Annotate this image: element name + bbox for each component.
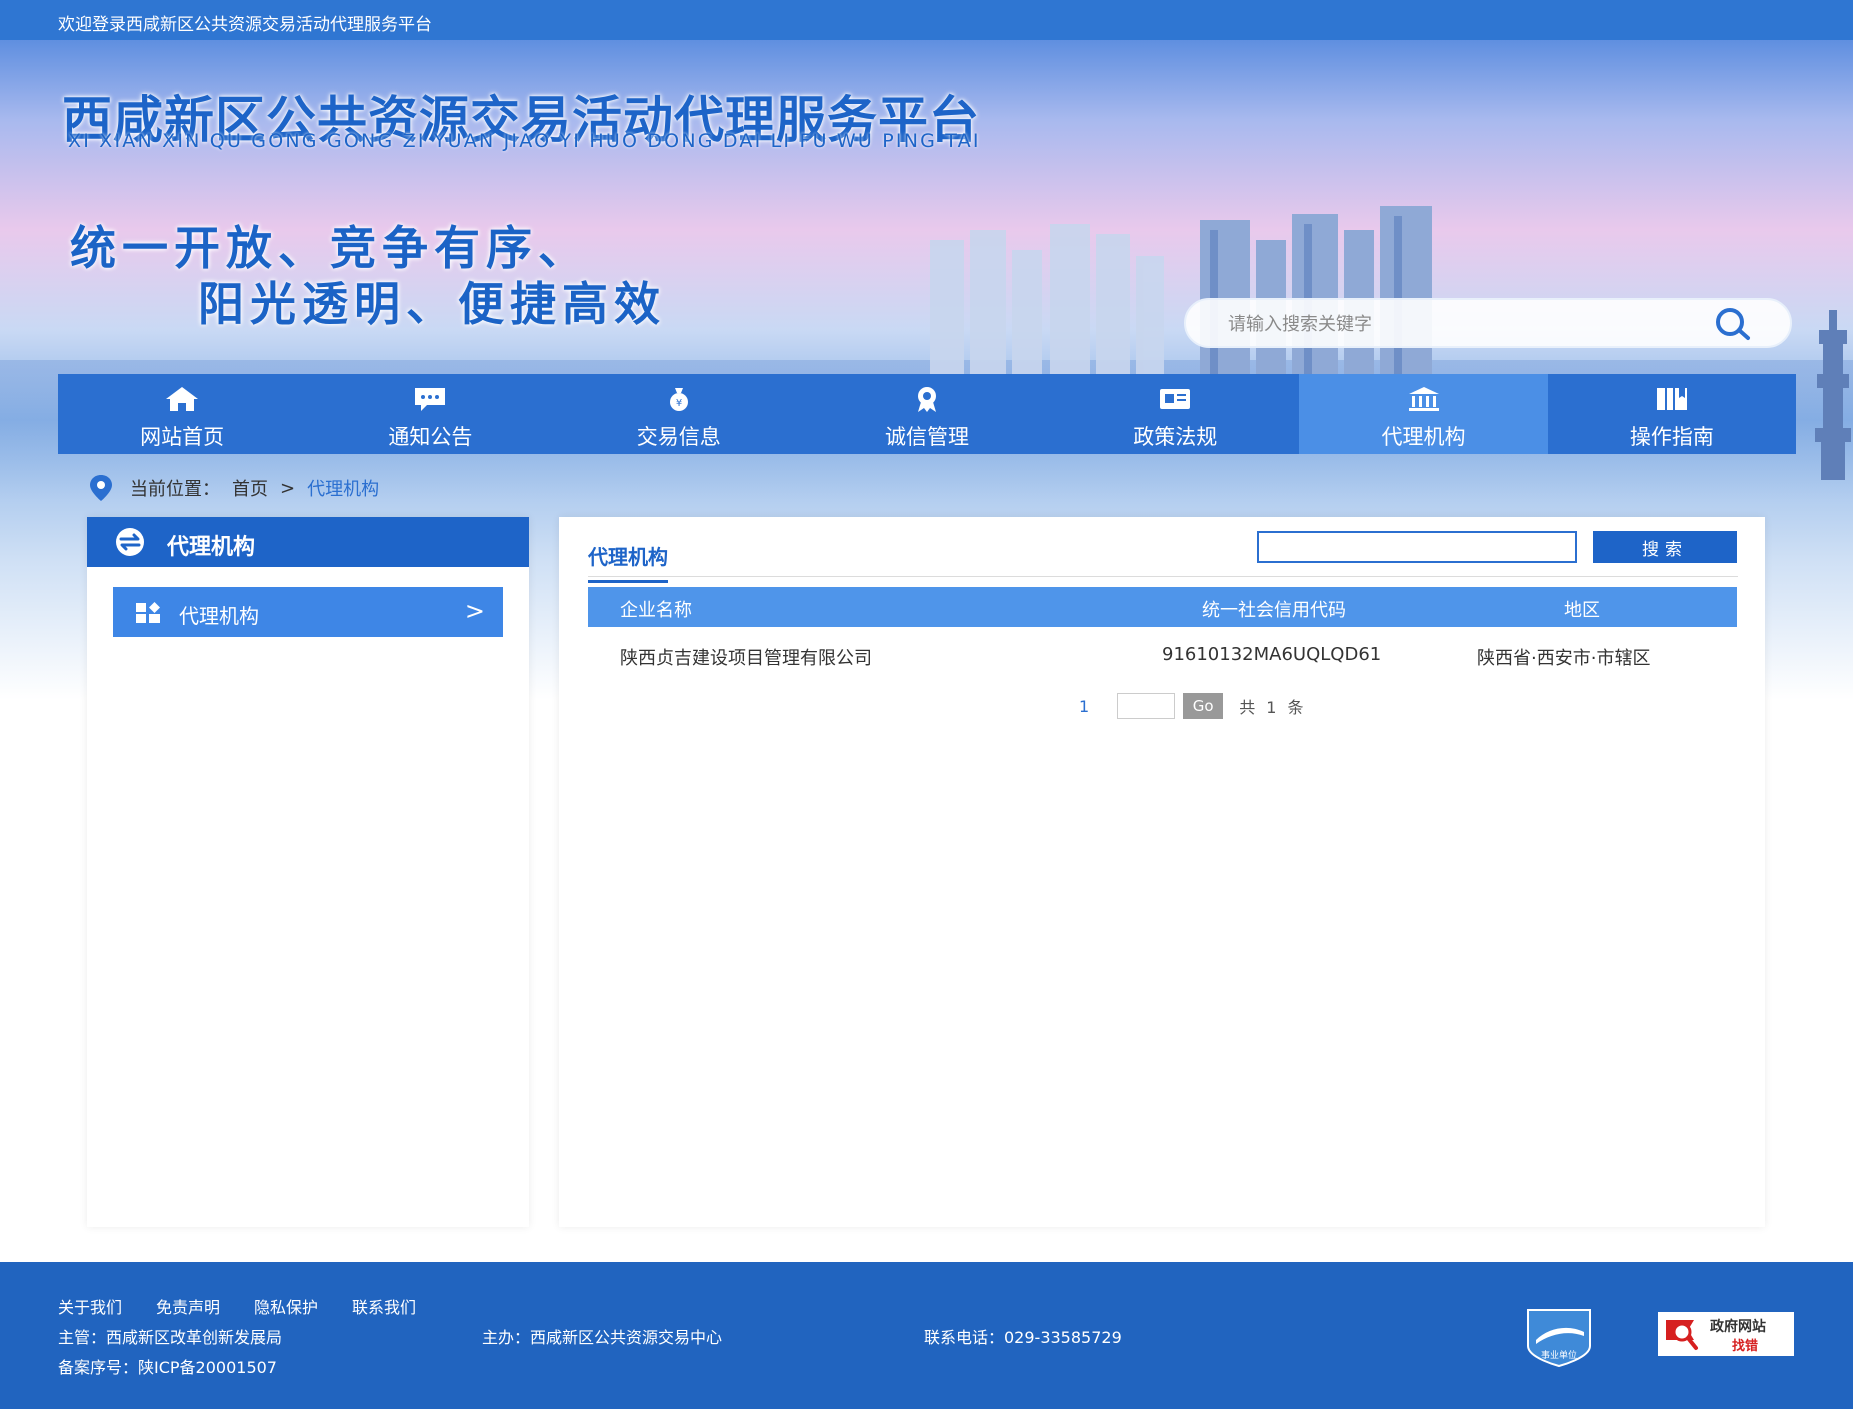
nav-item-home[interactable]: 网站首页 xyxy=(58,374,306,454)
book-icon xyxy=(1656,388,1687,410)
welcome-text: 欢迎登录西咸新区公共资源交易活动代理服务平台 xyxy=(58,15,432,35)
nav-item-label: 交易信息 xyxy=(636,425,721,449)
nav-item-label: 操作指南 xyxy=(1629,425,1714,449)
pagoda-image xyxy=(1815,310,1851,480)
nav-item-label: 通知公告 xyxy=(388,425,473,449)
slogan-line-2: 阳光透明、便捷高效 xyxy=(198,277,666,331)
nav-item-credit[interactable]: 诚信管理 xyxy=(803,374,1051,454)
top-bar: 欢迎登录西咸新区公共资源交易活动代理服务平台 xyxy=(0,0,1853,40)
breadcrumb-separator: > xyxy=(280,477,296,499)
sidebar-header: 代理机构 xyxy=(87,517,529,567)
site-search-input[interactable] xyxy=(1228,310,1698,338)
main-nav: 网站首页 通知公告 ¥ 交易信息 诚信管理 政策法规 代理机构 操作指南 xyxy=(58,374,1796,454)
footer-links: 关于我们 免责声明 隐私保护 联系我们 xyxy=(58,1294,450,1318)
award-icon xyxy=(917,387,936,412)
svg-text:¥: ¥ xyxy=(676,398,682,409)
footer-phone: 联系电话：029-33585729 xyxy=(924,1328,1122,1347)
footer-link-contact[interactable]: 联系我们 xyxy=(352,1294,416,1318)
search-button[interactable]: 搜索 xyxy=(1593,531,1737,563)
total-count: 共 1 条 xyxy=(1239,698,1307,717)
footer-supervisor: 主管：西咸新区改革创新发展局 xyxy=(58,1328,283,1347)
footer-icp[interactable]: 备案序号：陕ICP备20001507 xyxy=(58,1354,277,1378)
table-header: 企业名称 统一社会信用代码 地区 xyxy=(588,587,1737,627)
site-search xyxy=(1184,298,1792,348)
table-row[interactable]: 陕西贞吉建设项目管理有限公司 91610132MA6UQLQD61 陕西省·西安… xyxy=(588,635,1737,675)
money-bag-icon: ¥ xyxy=(669,388,688,411)
nav-item-label: 诚信管理 xyxy=(884,425,969,449)
cell-credit-code: 91610132MA6UQLQD61 xyxy=(1162,644,1382,665)
nav-item-label: 代理机构 xyxy=(1381,425,1466,449)
city-skyline-image xyxy=(930,206,1432,380)
breadcrumb-prefix: 当前位置： xyxy=(130,479,220,500)
breadcrumb-home[interactable]: 首页 xyxy=(232,475,268,501)
column-header-name: 企业名称 xyxy=(620,600,692,621)
search-icon[interactable] xyxy=(1710,306,1756,342)
grid-icon xyxy=(136,602,160,623)
location-pin-icon xyxy=(90,475,112,501)
chevron-right-icon: > xyxy=(464,597,485,625)
nav-item-trade-info[interactable]: ¥ 交易信息 xyxy=(555,374,803,454)
page-jump-input[interactable] xyxy=(1117,693,1176,719)
column-header-region: 地区 xyxy=(1564,600,1600,621)
exchange-icon xyxy=(116,528,144,556)
home-icon xyxy=(166,387,199,411)
sidebar-item-label: 代理机构 xyxy=(179,604,259,628)
footer-link-privacy[interactable]: 隐私保护 xyxy=(254,1294,318,1318)
column-header-code: 统一社会信用代码 xyxy=(1202,600,1346,621)
institution-icon xyxy=(1408,387,1439,411)
main-panel: 代理机构 搜索 企业名称 统一社会信用代码 地区 陕西贞吉建设项目管理有限公司 … xyxy=(559,517,1765,1227)
badge-label: 事业单位 xyxy=(1541,1349,1577,1361)
nav-item-notices[interactable]: 通知公告 xyxy=(306,374,554,454)
footer-link-disclaimer[interactable]: 免责声明 xyxy=(156,1294,220,1318)
badge2-line1: 政府网站 xyxy=(1710,1319,1766,1335)
nav-item-guide[interactable]: 操作指南 xyxy=(1548,374,1796,454)
chat-icon xyxy=(415,388,446,411)
nav-item-agencies[interactable]: 代理机构 xyxy=(1299,374,1548,454)
site-subtitle: XI XIAN XIN QU GONG GONG ZI YUAN JIAO YI… xyxy=(68,130,981,152)
nav-item-label: 网站首页 xyxy=(140,425,225,449)
page-number[interactable]: 1 xyxy=(1079,697,1089,716)
pagination: 1 Go 共 1 条 xyxy=(1079,692,1307,720)
nav-item-policy[interactable]: 政策法规 xyxy=(1051,374,1299,454)
sidebar-title: 代理机构 xyxy=(167,535,256,560)
footer-host: 主办：西咸新区公共资源交易中心 xyxy=(482,1328,723,1347)
cell-region: 陕西省·西安市·市辖区 xyxy=(1477,648,1651,669)
document-icon xyxy=(1160,389,1191,409)
footer: 关于我们 免责声明 隐私保护 联系我们 主管：西咸新区改革创新发展局 主办：西咸… xyxy=(0,1262,1853,1409)
go-button[interactable]: Go xyxy=(1183,693,1224,719)
sidebar-item-agencies[interactable]: 代理机构 > xyxy=(113,587,503,637)
footer-link-about[interactable]: 关于我们 xyxy=(58,1294,122,1318)
sidebar: 代理机构 代理机构 > xyxy=(87,517,529,1227)
badge2-line2: 找错 xyxy=(1732,1339,1759,1354)
breadcrumb: 当前位置： 首页 > 代理机构 xyxy=(88,474,379,502)
magnifier-flag-icon xyxy=(1666,1320,1698,1350)
tab-divider xyxy=(588,576,1738,577)
agency-search-input[interactable] xyxy=(1257,531,1577,563)
breadcrumb-current: 代理机构 xyxy=(307,479,380,500)
cell-company-name[interactable]: 陕西贞吉建设项目管理有限公司 xyxy=(620,644,872,670)
gov-site-error-report-badge[interactable]: 政府网站 找错 xyxy=(1658,1312,1794,1356)
public-institution-badge[interactable]: 事业单位 xyxy=(1522,1306,1596,1368)
nav-item-label: 政策法规 xyxy=(1133,425,1218,449)
